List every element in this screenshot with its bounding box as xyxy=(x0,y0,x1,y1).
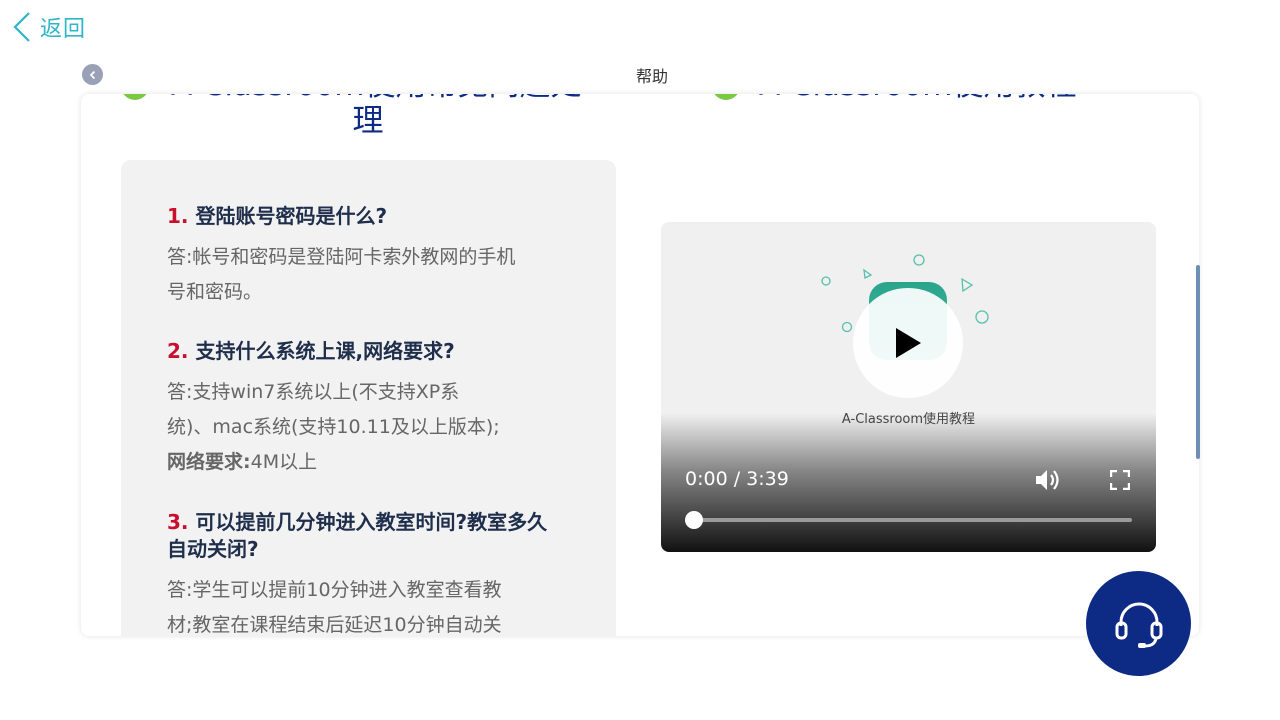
faq-question-1: 1. 登陆账号密码是什么? xyxy=(167,204,388,228)
page-title: 帮助 xyxy=(635,67,668,86)
faq-answer-1: 答:帐号和密码是登陆阿卡索外教网的手机 号和密码。 xyxy=(167,246,516,303)
fullscreen-icon xyxy=(1109,469,1131,491)
chevron-left-icon xyxy=(13,12,30,42)
chevron-left-circle-icon xyxy=(89,70,95,79)
video-progress-track[interactable] xyxy=(685,511,1132,529)
headset-icon xyxy=(1115,602,1162,648)
play-icon xyxy=(896,328,921,358)
scrollbar[interactable] xyxy=(1196,265,1200,459)
volume-button[interactable] xyxy=(1035,468,1061,496)
back-label: 返回 xyxy=(40,17,87,42)
fullscreen-button[interactable] xyxy=(1109,469,1131,494)
collapse-button[interactable] xyxy=(82,64,103,85)
faq-answer-3: 答:学生可以提前10分钟进入教室查看教 材;教室在课程结束后延迟10分钟自动关 xyxy=(167,579,502,636)
faq-panel: 1. 登陆账号密码是什么? 答:帐号和密码是登陆阿卡索外教网的手机 号和密码。 … xyxy=(121,160,616,636)
faq-question-2: 2. 支持什么系统上课,网络要求? xyxy=(167,339,455,363)
faq-bullet-icon xyxy=(121,94,149,100)
faq-question-3: 3. 可以提前几分钟进入教室时间?教室多久自动关闭? xyxy=(167,510,548,561)
video-time: 0:00 / 3:39 xyxy=(685,468,789,490)
tutorial-video-player[interactable]: A-Classroom使用教程 0:00 / 3:39 xyxy=(661,222,1156,552)
tutorial-bullet-icon xyxy=(712,94,740,100)
help-card: A-Classroom使用常见问题处 理 A-Classroom使用教程 1. … xyxy=(81,94,1199,636)
play-button[interactable] xyxy=(853,288,963,398)
customer-support-button[interactable] xyxy=(1086,571,1191,676)
faq-section-title: A-Classroom使用常见问题处 理 xyxy=(171,94,581,139)
volume-icon xyxy=(1036,470,1059,490)
video-progress-thumb[interactable] xyxy=(685,511,703,529)
tutorial-section-title: A-Classroom使用教程 xyxy=(759,94,1119,103)
faq-answer-2: 答:支持win7系统以上(不支持XP系 统)、mac系统(支持10.11及以上版… xyxy=(167,381,500,473)
video-caption: A-Classroom使用教程 xyxy=(841,412,976,427)
back-button[interactable]: 返回 xyxy=(12,10,86,44)
